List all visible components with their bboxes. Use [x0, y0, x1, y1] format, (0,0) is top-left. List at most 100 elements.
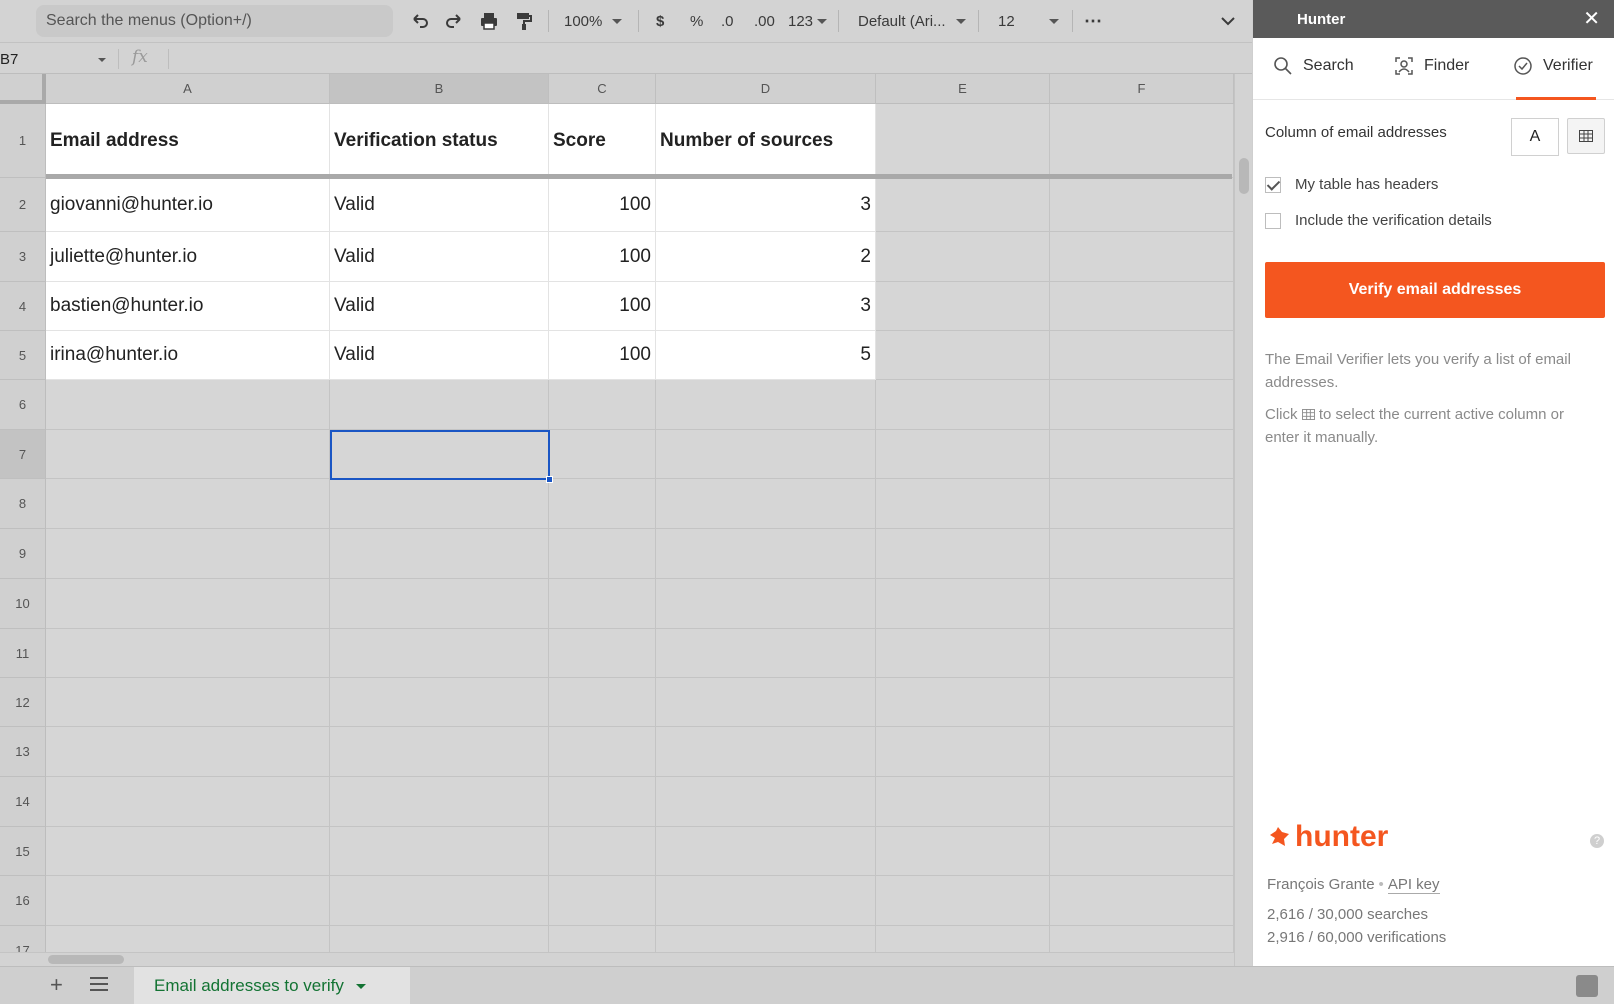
zoom-select[interactable]: 100%	[564, 8, 623, 34]
table-cell[interactable]	[1050, 331, 1234, 380]
table-cell[interactable]	[1050, 430, 1234, 479]
row-header[interactable]: 6	[0, 380, 46, 430]
table-cell[interactable]	[549, 479, 656, 529]
table-cell[interactable]	[330, 579, 549, 629]
table-cell[interactable]	[1050, 104, 1234, 178]
sheet-tab-active[interactable]: Email addresses to verify	[134, 967, 410, 1004]
collapse-toolbar-icon[interactable]	[1218, 8, 1238, 34]
table-cell[interactable]	[1050, 479, 1234, 529]
menu-search-input[interactable]: Search the menus (Option+/)	[36, 5, 393, 37]
select-column-button[interactable]	[1567, 118, 1605, 154]
table-cell[interactable]	[1050, 282, 1234, 331]
table-cell[interactable]	[46, 678, 330, 727]
currency-format-button[interactable]: $	[656, 8, 664, 34]
table-cell[interactable]	[46, 579, 330, 629]
table-cell[interactable]	[46, 629, 330, 678]
checkbox-checked[interactable]	[1265, 176, 1281, 193]
table-cell[interactable]	[1050, 380, 1234, 430]
table-cell[interactable]	[1050, 827, 1234, 876]
table-cell[interactable]: juliette@hunter.io	[46, 232, 330, 282]
table-cell[interactable]	[46, 727, 330, 777]
table-cell[interactable]	[1050, 876, 1234, 926]
horizontal-scrollbar[interactable]	[0, 952, 1234, 966]
table-cell[interactable]	[1050, 579, 1234, 629]
table-cell[interactable]	[549, 678, 656, 727]
table-cell[interactable]	[1050, 777, 1234, 827]
table-cell[interactable]: Valid	[330, 282, 549, 331]
table-cell[interactable]	[549, 827, 656, 876]
tab-finder[interactable]: Finder	[1394, 56, 1469, 76]
table-cell[interactable]	[656, 529, 876, 579]
redo-icon[interactable]	[444, 8, 464, 34]
column-header[interactable]: B	[330, 74, 549, 104]
table-cell[interactable]	[46, 777, 330, 827]
table-cell[interactable]: 100	[549, 282, 656, 331]
table-cell[interactable]	[330, 827, 549, 876]
table-cell[interactable]	[876, 579, 1050, 629]
table-cell[interactable]	[876, 282, 1050, 331]
fill-handle[interactable]	[546, 476, 553, 483]
table-cell[interactable]	[330, 777, 549, 827]
font-select[interactable]: Default (Ari...	[858, 8, 966, 34]
table-cell[interactable]	[549, 727, 656, 777]
table-cell[interactable]	[330, 629, 549, 678]
row-header[interactable]: 10	[0, 579, 46, 629]
column-header[interactable]: E	[876, 74, 1050, 104]
table-cell[interactable]: irina@hunter.io	[46, 331, 330, 380]
table-cell[interactable]	[549, 876, 656, 926]
table-cell[interactable]	[46, 430, 330, 479]
table-header-cell[interactable]: Score	[549, 104, 656, 178]
row-header[interactable]: 9	[0, 529, 46, 579]
table-cell[interactable]	[330, 678, 549, 727]
tab-search[interactable]: Search	[1273, 56, 1354, 76]
table-cell[interactable]	[46, 876, 330, 926]
all-sheets-icon[interactable]	[90, 977, 108, 993]
row-header[interactable]: 14	[0, 777, 46, 827]
tab-verifier[interactable]: Verifier	[1513, 56, 1593, 76]
table-cell[interactable]	[549, 430, 656, 479]
table-cell[interactable]	[876, 178, 1050, 232]
row-header[interactable]: 16	[0, 876, 46, 926]
table-cell[interactable]	[876, 876, 1050, 926]
table-cell[interactable]	[876, 629, 1050, 678]
increase-decimal-button[interactable]: .00	[754, 8, 775, 34]
table-cell[interactable]	[656, 479, 876, 529]
explore-icon[interactable]	[1576, 975, 1598, 997]
row-header[interactable]: 11	[0, 629, 46, 678]
table-cell[interactable]	[876, 104, 1050, 178]
row-header[interactable]: 4	[0, 282, 46, 331]
table-cell[interactable]	[876, 380, 1050, 430]
table-cell[interactable]	[1050, 529, 1234, 579]
name-box[interactable]: B7	[0, 49, 112, 69]
close-icon[interactable]: ✕	[1583, 9, 1600, 29]
table-cell[interactable]: Valid	[330, 331, 549, 380]
details-checkbox[interactable]: Include the verification details	[1265, 212, 1492, 229]
table-cell[interactable]	[656, 380, 876, 430]
table-cell[interactable]	[46, 827, 330, 876]
table-cell[interactable]	[876, 479, 1050, 529]
spreadsheet-grid[interactable]: A B C D E F 1 2 3 4 5 6 7 8 9 10 11 12 13 14 15 16 17 Email add…	[0, 74, 1252, 966]
table-cell[interactable]	[876, 727, 1050, 777]
table-cell[interactable]	[656, 727, 876, 777]
table-cell[interactable]	[876, 430, 1050, 479]
column-header[interactable]: F	[1050, 74, 1234, 104]
percent-format-button[interactable]: %	[690, 8, 703, 34]
table-cell[interactable]	[656, 629, 876, 678]
font-size-select[interactable]: 12	[998, 8, 1059, 34]
table-cell[interactable]: 5	[656, 331, 876, 380]
table-cell[interactable]	[330, 479, 549, 529]
row-header[interactable]: 15	[0, 827, 46, 876]
table-cell[interactable]	[46, 529, 330, 579]
table-cell[interactable]	[656, 430, 876, 479]
table-cell[interactable]	[46, 380, 330, 430]
table-cell[interactable]	[46, 479, 330, 529]
table-cell[interactable]	[1050, 727, 1234, 777]
table-cell[interactable]	[549, 380, 656, 430]
table-cell[interactable]	[876, 777, 1050, 827]
add-sheet-icon[interactable]: +	[50, 974, 63, 996]
table-cell[interactable]	[549, 529, 656, 579]
table-cell[interactable]: 100	[549, 178, 656, 232]
checkbox-unchecked[interactable]	[1265, 212, 1281, 229]
table-header-cell[interactable]: Number of sources	[656, 104, 876, 178]
table-header-cell[interactable]: Email address	[46, 104, 330, 178]
